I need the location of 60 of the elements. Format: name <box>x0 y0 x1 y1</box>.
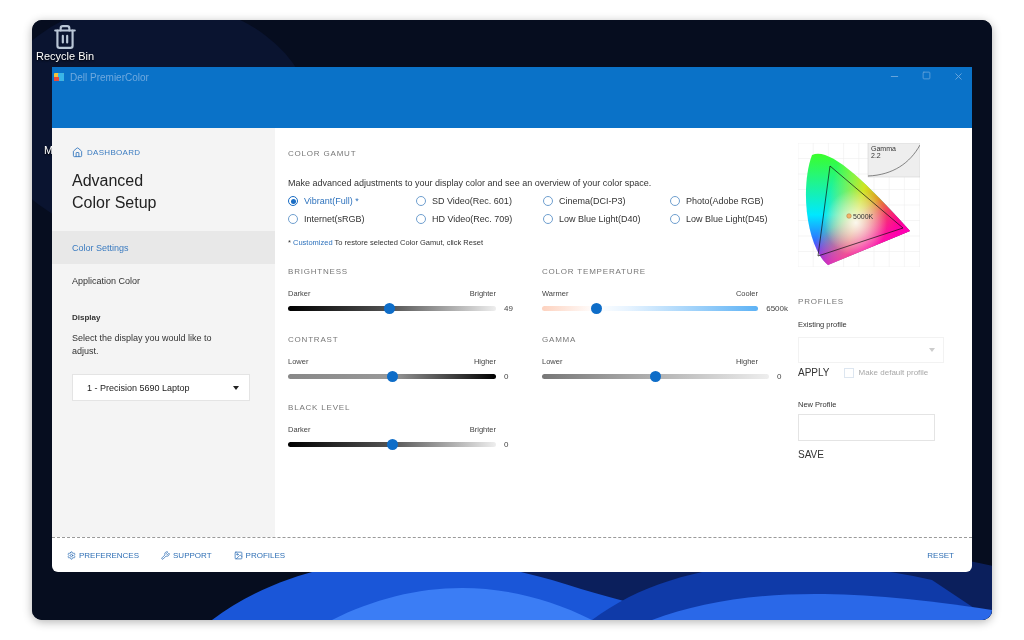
new-profile-field[interactable] <box>798 414 935 441</box>
sidebar-item[interactable]: Application Color <box>52 264 275 297</box>
display-title: Display <box>72 313 102 322</box>
settings-icon <box>67 550 76 560</box>
image-icon <box>233 550 243 560</box>
temperature-marker <box>846 213 852 219</box>
slider-thumb[interactable] <box>384 303 396 314</box>
slider-reading: 6500k <box>766 304 788 313</box>
apply-button[interactable]: APPLY <box>798 367 830 378</box>
window-title: Dell PremierColor <box>70 72 149 83</box>
recycle-bin-icon[interactable] <box>52 24 79 50</box>
slider-track[interactable] <box>288 306 496 311</box>
slider-track[interactable] <box>542 374 769 379</box>
slider-reading: 0 <box>504 372 510 381</box>
maximize-icon[interactable] <box>922 71 931 80</box>
gamut-radio-option[interactable]: SD Video(Rec. 601) <box>416 196 543 206</box>
page-heading: Advanced Color Setup <box>72 171 158 213</box>
display-description: Select the display you would like to adjust. <box>72 332 213 358</box>
display-select[interactable]: 1 - Precision 5690 Laptop <box>72 374 250 401</box>
gamut-description: Make advanced adjustments to your display color and see an overview of your color space. <box>288 178 653 188</box>
slider-title: CONTRAST <box>288 335 340 344</box>
caret-icon <box>233 385 239 390</box>
close-icon[interactable] <box>953 71 964 82</box>
slider-reading: 49 <box>504 304 514 313</box>
slider-thumb[interactable] <box>386 371 398 382</box>
default-profile-label: Make default profile <box>858 368 929 377</box>
gamut-radio-option[interactable]: Vibrant(Full) * <box>288 196 416 206</box>
footer-link[interactable]: PROFILES <box>233 550 286 560</box>
wrench-icon <box>161 550 170 560</box>
footer-link[interactable]: SUPPORT <box>161 550 212 560</box>
slider-track[interactable] <box>542 306 759 311</box>
slider-title: COLOR TEMPERATURE <box>542 267 647 276</box>
slider-title: GAMMA <box>542 335 578 344</box>
save-button[interactable]: SAVE <box>798 449 948 460</box>
gamut-radio-option[interactable]: Photo(Adobe RGB) <box>670 196 786 206</box>
slider-reading: 0 <box>504 440 510 449</box>
footer-link[interactable]: PREFERENCES <box>67 550 139 560</box>
reset-link[interactable]: RESET <box>927 550 954 560</box>
gamut-radio-option[interactable]: Low Blue Light(D45) <box>670 214 786 224</box>
desktop-icon-label[interactable]: M <box>44 144 54 156</box>
slider-thumb[interactable] <box>650 371 661 382</box>
slider-title: BRIGHTNESS <box>288 267 349 276</box>
slider-title: BLACK LEVEL <box>288 403 352 412</box>
sidebar-item[interactable]: Color Settings <box>52 231 275 264</box>
slider-track[interactable] <box>288 374 496 379</box>
slider-track[interactable] <box>288 442 496 447</box>
slider-reading: 0 <box>777 372 783 381</box>
dashboard-link[interactable]: DASHBOARD <box>72 147 275 158</box>
gamut-radio-option[interactable]: Internet(sRGB) <box>288 214 416 224</box>
gamut-radio-option[interactable]: HD Video(Rec. 709) <box>416 214 543 224</box>
slider-thumb[interactable] <box>590 303 602 314</box>
app-logo-icon <box>54 73 64 81</box>
home-icon <box>72 147 83 158</box>
slider-thumb[interactable] <box>386 439 398 450</box>
gamut-radio-option[interactable]: Low Blue Light(D40) <box>543 214 670 224</box>
gamut-radio-option[interactable]: Cinema(DCI-P3) <box>543 196 670 206</box>
profiles-title: PROFILES <box>798 297 845 306</box>
caret-icon <box>929 348 935 352</box>
section-title: COLOR GAMUT <box>288 149 358 158</box>
desktop-icon-label[interactable]: Recycle Bin <box>36 50 95 62</box>
